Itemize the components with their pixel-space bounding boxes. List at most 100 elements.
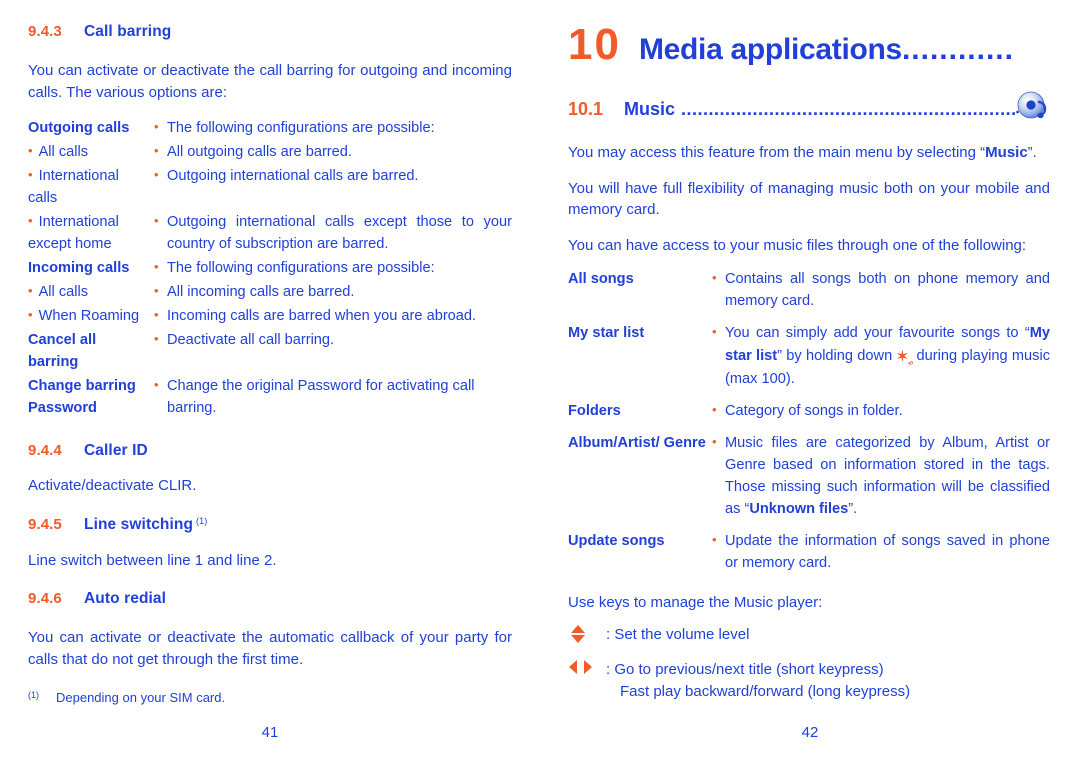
option-term: • All calls: [28, 282, 89, 301]
footnote-marker: (1): [196, 515, 208, 526]
bullet-icon: •: [154, 143, 159, 158]
music-option-row: Update songs • Update the information of …: [568, 530, 1050, 574]
option-term: Outgoing calls: [28, 120, 130, 136]
option-desc: • The following configurations are possib…: [154, 117, 512, 139]
line-switching-body: Line switch between line 1 and line 2.: [28, 551, 277, 569]
subchapter-number: 10.1: [568, 99, 604, 119]
chapter-number: 10: [568, 20, 621, 69]
bullet-icon: •: [154, 377, 159, 392]
music-access-list: All songs • Contains all songs both on ph…: [568, 268, 1050, 574]
bullet-icon: •: [712, 434, 717, 449]
chapter-title: Media applications: [638, 33, 902, 66]
manual-spread: 9.4.3 Call barring You can activate or d…: [0, 0, 1080, 767]
bullet-icon: •: [28, 166, 33, 182]
option-row: Outgoing calls • The following configurat…: [28, 117, 512, 139]
music-option-desc: • You can simply add your favourite songs…: [712, 322, 1050, 390]
bullet-icon: •: [28, 142, 33, 158]
bullet-icon: •: [154, 283, 159, 298]
bullet-icon: •: [154, 307, 159, 322]
key-row-volume-text: : Set the volume level: [606, 624, 1050, 646]
section-number: 9.4.6: [28, 590, 62, 607]
music-intro-paragraph-1: You may access this feature from the mai…: [568, 142, 1050, 164]
section-heading-line-switching: 9.4.5 Line switching (1): [28, 515, 512, 536]
option-desc: • The following configurations are possib…: [154, 257, 512, 279]
auto-redial-body: You can activate or deactivate the autom…: [28, 629, 512, 668]
left-page: 9.4.3 Call barring You can activate or d…: [0, 0, 540, 767]
option-desc: • All incoming calls are barred.: [154, 281, 512, 303]
music-option-term: Folders: [568, 403, 621, 419]
music-option-term: My star list: [568, 325, 645, 341]
option-row: • International calls • Outgoing internati…: [28, 165, 512, 209]
music-intro-paragraph-3: You can have access to your music files …: [568, 236, 1027, 254]
option-desc: • Incoming calls are barred when you are …: [154, 305, 512, 327]
music-option-term: Album/Artist/ Genre: [568, 435, 706, 451]
subchapter-heading: 10.1 Music .............................…: [568, 85, 1050, 120]
bullet-icon: •: [712, 270, 717, 285]
music-option-row: My star list • You can simply add your fa…: [568, 322, 1050, 390]
music-option-row: Folders • Category of songs in folder.: [568, 400, 1050, 422]
arrow-right-icon: [584, 660, 592, 674]
key-row-volume: : Set the volume level: [568, 624, 1050, 646]
bullet-icon: •: [712, 324, 717, 339]
option-row: Incoming calls • The following configurat…: [28, 257, 512, 279]
option-term: Cancel all barring: [28, 332, 97, 370]
arrow-up-icon: [571, 624, 585, 633]
intro-prefix: You may access this feature from the mai…: [568, 144, 986, 161]
page-number-left: 41: [261, 724, 279, 741]
music-option-desc: • Contains all songs both on phone memory…: [712, 268, 1050, 312]
key-track-line2: Fast play backward/forward (long keypres…: [620, 682, 911, 700]
music-option-term: Update songs: [568, 533, 665, 549]
option-term: • All calls: [28, 142, 89, 161]
intro-suffix: ”.: [1027, 144, 1037, 161]
call-barring-options-list: Outgoing calls • The following configurat…: [28, 117, 512, 419]
option-desc: • Outgoing international calls except tho…: [154, 211, 512, 255]
chapter-leader-dots: ............: [901, 33, 1014, 66]
option-row: • All calls • All incoming calls are barre…: [28, 281, 512, 303]
footnote-mark: (1): [28, 690, 39, 700]
bullet-icon: •: [712, 532, 717, 547]
call-barring-intro: You can activate or deactivate the call …: [28, 62, 512, 101]
key-row-track: : Go to previous/next title (short keypr…: [568, 659, 1050, 702]
option-desc: • All outgoing calls are barred.: [154, 141, 512, 163]
section-number: 9.4.5: [28, 515, 62, 533]
bullet-icon: •: [154, 167, 159, 182]
page-number-right: 42: [801, 724, 819, 741]
option-term: • International except home: [28, 212, 119, 253]
option-row: • All calls • All outgoing calls are barre…: [28, 141, 512, 163]
music-option-row: Album/Artist/ Genre • Music files are cat…: [568, 432, 1050, 520]
arrow-left-icon: [569, 660, 577, 674]
option-row: • When Roaming • Incoming calls are barred…: [28, 305, 512, 327]
option-desc: • Outgoing international calls are barred…: [154, 165, 512, 209]
bullet-icon: •: [154, 259, 159, 274]
bullet-icon: •: [28, 282, 33, 298]
volume-updown-arrows-icon: [568, 624, 606, 643]
key-volume-line1: : Set the volume level: [606, 625, 750, 643]
prev-next-arrows-icon: [568, 659, 606, 674]
bullet-icon: •: [154, 213, 159, 228]
section-title: Auto redial: [84, 590, 167, 607]
chapter-heading: 10 Media applications ............: [568, 22, 1050, 73]
section-title: Line switching: [84, 515, 194, 533]
key-row-track-text: : Go to previous/next title (short keypr…: [606, 659, 1050, 702]
option-row: • International except home • Outgoing int…: [28, 211, 512, 255]
arrow-down-icon: [571, 634, 585, 643]
section-title: Caller ID: [84, 442, 148, 459]
caller-id-body: Activate/deactivate CLIR.: [28, 477, 197, 494]
bullet-icon: •: [28, 212, 33, 228]
right-page: 10 Media applications ............ 10.1 …: [540, 0, 1080, 767]
key-track-line1: : Go to previous/next title (short keypr…: [606, 661, 884, 678]
star-key-icon: ✶,₀: [896, 348, 913, 366]
section-number: 9.4.4: [28, 442, 62, 459]
section-heading-caller-id: 9.4.4 Caller ID: [28, 441, 512, 461]
footnote-text: Depending on your SIM card.: [56, 690, 226, 705]
option-row: Change barring Password • Change the orig…: [28, 375, 512, 419]
option-term: • International calls: [28, 166, 119, 207]
option-term: Incoming calls: [28, 260, 130, 276]
intro-bold: Music: [985, 144, 1028, 161]
option-desc: • Change the original Password for activa…: [154, 375, 512, 419]
section-number: 9.4.3: [28, 23, 62, 40]
keys-intro: Use keys to manage the Music player:: [568, 594, 823, 611]
music-intro-paragraph-2: You will have full flexibility of managi…: [568, 179, 1050, 219]
option-term: • When Roaming: [28, 306, 140, 325]
bullet-icon: •: [154, 331, 159, 346]
